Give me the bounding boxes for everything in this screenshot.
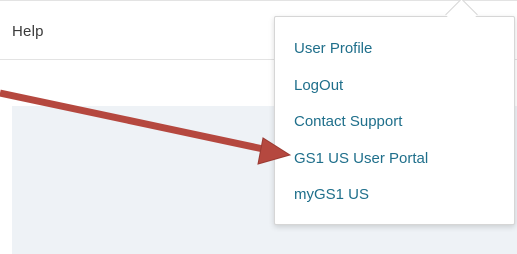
menu-item-gs1-us-user-portal[interactable]: GS1 US User Portal [294, 150, 428, 167]
menu-item-mygs1-us[interactable]: myGS1 US [294, 186, 369, 203]
user-menu-dropdown: User Profile LogOut Contact Support GS1 … [274, 16, 515, 225]
menu-item-contact-support[interactable]: Contact Support [294, 113, 402, 130]
menu-item-logout[interactable]: LogOut [294, 77, 343, 94]
help-link[interactable]: Help [12, 23, 44, 40]
dropdown-caret-mask [440, 17, 484, 31]
menu-item-user-profile[interactable]: User Profile [294, 40, 372, 57]
